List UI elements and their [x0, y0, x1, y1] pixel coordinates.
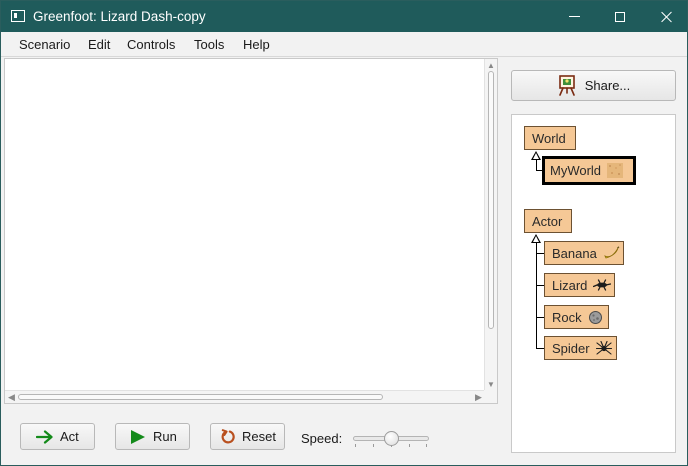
horizontal-scrollbar[interactable]: ◀ ▶: [5, 390, 485, 403]
scroll-right-icon[interactable]: ▶: [474, 392, 483, 402]
menu-tools[interactable]: Tools: [194, 37, 224, 52]
inheritance-line: [536, 242, 537, 349]
spider-icon: [595, 340, 612, 356]
vertical-scroll-thumb[interactable]: [488, 71, 494, 329]
world-view: ▲ ▼ ◀ ▶: [4, 58, 498, 404]
class-world[interactable]: World: [524, 126, 576, 150]
speed-label: Speed:: [301, 431, 343, 446]
class-banana-label: Banana: [552, 245, 597, 261]
slider-tick: [426, 444, 427, 447]
title-bar: Greenfoot: Lizard Dash-copy: [1, 1, 687, 32]
menu-bar: Scenario Edit Controls Tools Help: [1, 32, 687, 57]
slider-tick: [409, 444, 410, 447]
share-label: Share...: [584, 78, 631, 93]
greenfoot-window: Greenfoot: Lizard Dash-copy Scenario Edi…: [0, 0, 688, 466]
class-lizard-label: Lizard: [552, 277, 588, 293]
close-icon: [660, 11, 672, 23]
minimize-icon: [568, 16, 580, 17]
class-myworld[interactable]: MyWorld: [542, 156, 636, 185]
speed-slider[interactable]: [353, 429, 431, 449]
menu-help[interactable]: Help: [243, 37, 270, 52]
class-world-label: World: [532, 130, 566, 146]
class-myworld-label: MyWorld: [550, 163, 602, 178]
act-label: Act: [60, 429, 79, 444]
class-lizard[interactable]: Lizard: [544, 273, 615, 297]
close-button[interactable]: [643, 1, 688, 32]
rock-icon: [588, 310, 603, 325]
maximize-icon: [615, 11, 625, 22]
reset-icon: [221, 428, 235, 443]
banana-icon: [603, 245, 620, 261]
class-rock-label: Rock: [552, 309, 582, 325]
reset-label: Reset: [242, 429, 276, 444]
menu-controls[interactable]: Controls: [127, 37, 175, 52]
menu-scenario[interactable]: Scenario: [19, 37, 70, 52]
world-canvas[interactable]: [5, 59, 485, 392]
scroll-up-icon[interactable]: ▲: [487, 62, 495, 70]
run-label: Run: [153, 429, 177, 444]
scroll-corner: [484, 390, 497, 403]
sand-texture-icon: [607, 163, 624, 178]
minimize-button[interactable]: [551, 1, 597, 32]
window-title: Greenfoot: Lizard Dash-copy: [33, 9, 206, 24]
class-banana[interactable]: Banana: [544, 241, 624, 265]
reset-button[interactable]: Reset: [210, 423, 285, 450]
scroll-left-icon[interactable]: ◀: [7, 392, 16, 402]
class-diagram: World MyWorld Actor Banana Lizard Rock S…: [511, 114, 676, 453]
horizontal-scroll-thumb[interactable]: [18, 394, 383, 400]
run-play-icon: [131, 429, 145, 444]
class-actor[interactable]: Actor: [524, 209, 572, 233]
app-window-icon: [11, 10, 25, 22]
scroll-down-icon[interactable]: ▼: [487, 381, 495, 389]
act-button[interactable]: Act: [20, 423, 95, 450]
run-button[interactable]: Run: [115, 423, 190, 450]
act-arrow-icon: [36, 429, 53, 444]
class-actor-label: Actor: [532, 213, 563, 229]
lizard-icon: [593, 279, 612, 291]
share-easel-icon: [558, 75, 575, 96]
vertical-scrollbar[interactable]: ▲ ▼: [484, 59, 497, 392]
class-spider[interactable]: Spider: [544, 336, 617, 360]
execution-controls: Act Run Reset Speed:: [1, 405, 501, 463]
class-spider-label: Spider: [552, 340, 590, 356]
slider-tick: [373, 444, 374, 447]
speed-slider-knob[interactable]: [383, 431, 399, 446]
slider-tick: [355, 444, 356, 447]
class-rock[interactable]: Rock: [544, 305, 609, 329]
share-button[interactable]: Share...: [511, 70, 676, 101]
menu-edit[interactable]: Edit: [88, 37, 110, 52]
maximize-button[interactable]: [597, 1, 643, 32]
